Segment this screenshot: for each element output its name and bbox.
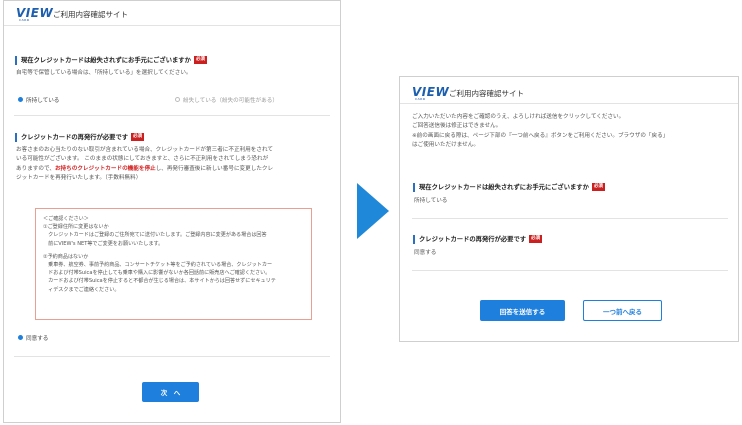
q1-heading: 現在クレジットカードは紛失されずにお手元にございますか 必須: [15, 56, 207, 65]
right-screen-panel: VIEW CARD ご利用内容確認サイト ご入力いただいた内容をご確認のうえ、よ…: [399, 76, 739, 342]
notice-item-title: ①ご登録住所に変更はないか: [43, 224, 109, 231]
confirm-intro: ご入力いただいた内容をご確認のうえ、よろしければ送信をクリックしてください。 ご…: [412, 113, 734, 151]
radio-possess-label: 所持している: [26, 98, 60, 104]
q2-body-line: お客さまのお心当たりのない取引が含まれている場合、クレジットカードが第三者に不正…: [16, 147, 273, 153]
notice-item-text: ィデスクまでご連絡ください。: [43, 286, 120, 293]
q1-heading: 現在クレジットカードは紛失されずにお手元にございますか 必須: [413, 183, 605, 192]
q1-heading-text: 現在クレジットカードは紛失されずにお手元にございますか: [21, 57, 191, 64]
view-card-logo: VIEW CARD: [16, 6, 53, 22]
intro-line: ご入力いただいた内容をご確認のうえ、よろしければ送信をクリックしてください。: [412, 114, 625, 120]
confirmation-notice-box: ＜ご確認ください＞ ①ご登録住所に変更はないか クレジットカードはご登録のご住所…: [35, 208, 312, 320]
q2-body-line: ジットカードを再発行いたします。（手数料無料）: [16, 175, 142, 182]
required-badge: 必須: [529, 235, 543, 243]
q2-heading-text: クレジットカードの再発行が必要です: [21, 134, 129, 141]
q2-heading: クレジットカードの再発行が必要です 必須: [15, 133, 145, 142]
required-badge: 必須: [193, 56, 207, 64]
radio-lost[interactable]: 紛失している（紛失の可能性がある）: [175, 96, 278, 104]
q1-description: 自宅等で保管している場合は、「所持している」を選択してください。: [16, 70, 192, 76]
q2-body-line: いる可能性がございます。 このままの状態にしておきますと、さらに不正利用をされて…: [16, 156, 269, 163]
submit-answer-button[interactable]: 回答を送信する: [480, 300, 565, 321]
notice-item-text: カードおよび付帯Suicaを停止すると不都合が生じる場合は、本サイトからは回答せ…: [43, 278, 276, 285]
header-divider: [400, 103, 738, 104]
q2-body: お客さまのお心当たりのない取引が含まれている場合、クレジットカードが第三者に不正…: [16, 146, 336, 184]
q2-divider: [14, 356, 330, 357]
radio-unselected-icon: [175, 97, 180, 102]
header-divider: [4, 25, 340, 26]
intro-line: ※前の画面に戻る際は、ページ下部の『一つ前へ戻る』ボタンをご利用ください。ブラウ…: [412, 132, 669, 139]
q1-divider: [412, 218, 728, 219]
left-screen-panel: VIEW CARD ご利用内容確認サイト 現在クレジットカードは紛失されずにお手…: [3, 0, 341, 423]
q2-body-text: し、再発行審査後に新しい番号に変更したクレ: [155, 165, 274, 172]
agree-label: 同意する: [26, 336, 49, 342]
radio-selected-icon: [18, 97, 23, 102]
q2-heading-text: クレジットカードの再発行が必要です: [419, 236, 527, 243]
notice-item-text: 前にVIEW's NET等でご変更をお願いいたします。: [43, 240, 164, 247]
q2-answer: 同意する: [414, 250, 437, 256]
radio-possess[interactable]: 所持している: [18, 96, 59, 104]
radio-selected-icon: [18, 335, 23, 340]
intro-line: ご回答送信後は修正はできません。: [412, 123, 502, 130]
notice-item-title: ②予約商品はないか: [43, 253, 89, 260]
q2-body-emphasis: お持ちのクレジットカードの機能を停止: [54, 165, 156, 172]
notice-title: ＜ご確認ください＞: [43, 216, 89, 222]
notice-item-text: 乗車券、航空券、事前予約商品、コンサートチケット等をご予約されている場合、クレジ…: [43, 262, 273, 269]
q2-divider: [412, 270, 728, 271]
notice-item-text: クレジットカードはご登録のご住所宛てに送付いたします。ご登録内容に変更がある場合…: [43, 232, 267, 239]
radio-lost-label: 紛失している（紛失の可能性がある）: [183, 98, 278, 104]
q1-heading-text: 現在クレジットカードは紛失されずにお手元にございますか: [419, 184, 589, 191]
site-title: ご利用内容確認サイト: [53, 10, 128, 19]
q1-answer: 所持している: [414, 198, 448, 204]
site-title: ご利用内容確認サイト: [449, 89, 524, 98]
intro-line: はご使用いただけません。: [412, 142, 479, 149]
q1-divider: [14, 115, 330, 116]
q2-heading: クレジットカードの再発行が必要です 必須: [413, 235, 543, 244]
q2-body-text: ありますので、: [16, 165, 55, 172]
required-badge: 必須: [591, 183, 605, 191]
notice-item-text: ドおよび付帯Suicaを停止しても乗車や購入に影響がないか各回話前に販売店へご確…: [43, 270, 271, 277]
next-button[interactable]: 次 へ: [142, 382, 199, 402]
flow-arrow-icon: [357, 183, 389, 239]
required-badge: 必須: [131, 133, 145, 141]
checkbox-agree[interactable]: 同意する: [18, 334, 48, 342]
back-button[interactable]: 一つ前へ戻る: [583, 300, 662, 321]
view-card-logo: VIEW CARD: [412, 85, 449, 101]
